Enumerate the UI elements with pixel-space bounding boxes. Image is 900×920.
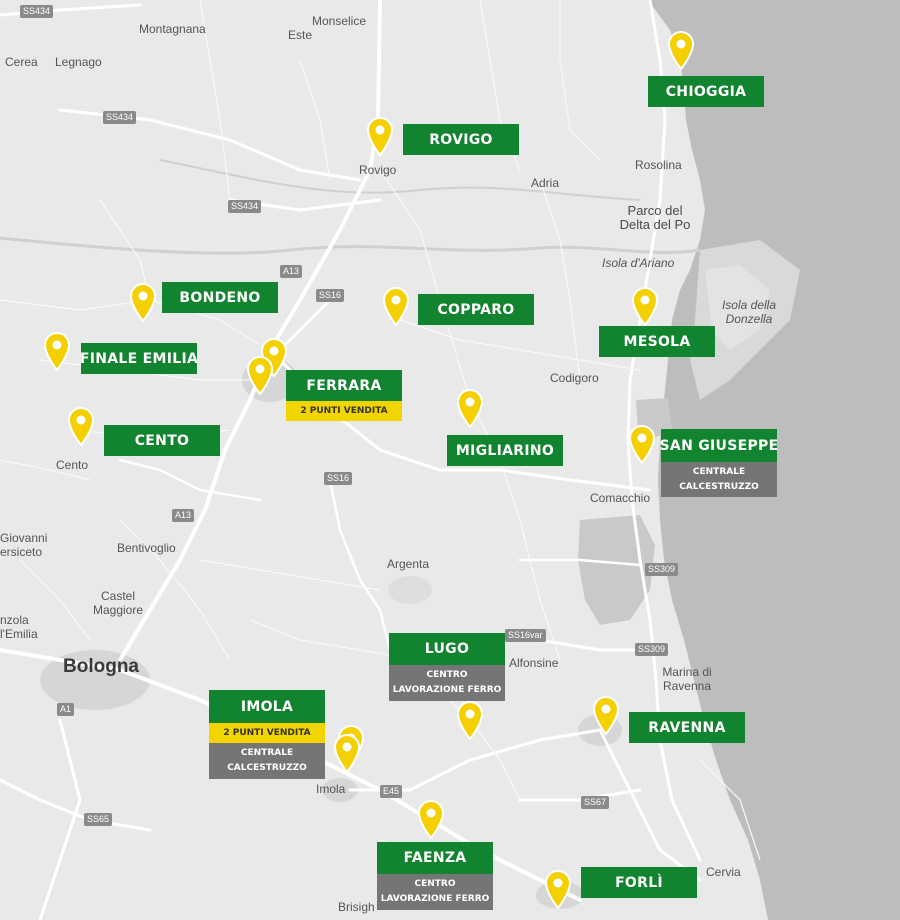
location-label-chioggia[interactable]: CHIOGGIA [648, 76, 764, 107]
place-rosolina: Rosolina [635, 158, 682, 172]
place-alfonsine: Alfonsine [509, 656, 559, 670]
place-argenta: Argenta [387, 557, 430, 571]
road-shield-ss434: SS434 [228, 200, 262, 213]
place-bentivoglio: Bentivoglio [117, 541, 176, 555]
map-pin-icon[interactable] [456, 388, 484, 429]
place-imola: Imola [316, 782, 346, 796]
place-brisighella: Brisigh [338, 900, 375, 914]
location-label-ferrara[interactable]: FERRARA 2 PUNTI VENDITA [286, 370, 402, 421]
place-monselice: Monselice [312, 14, 367, 28]
location-label-finale-emilia[interactable]: FINALE EMILIA [80, 343, 198, 374]
location-label-rovigo[interactable]: ROVIGO [403, 124, 519, 155]
map-pin-icon[interactable] [67, 406, 95, 447]
badge-service: CENTRO LAVORAZIONE FERRO [377, 874, 493, 910]
location-label-mesola[interactable]: MESOLA [599, 326, 715, 357]
badge-punti-vendita: 2 PUNTI VENDITA [209, 723, 325, 743]
place-comacchio: Comacchio [590, 491, 651, 505]
road-shield-ss434: SS434 [20, 5, 54, 18]
place-marina-ravenna: Marina di Ravenna [662, 665, 712, 693]
badge-punti-vendita: 2 PUNTI VENDITA [286, 401, 402, 421]
place-castel-maggiore: Castel Maggiore [92, 589, 144, 617]
road-shield-a13: A13 [172, 509, 195, 522]
place-isola-ariano: Isola d'Ariano [602, 256, 675, 270]
road-shield-ss65: SS65 [84, 813, 113, 826]
place-anzola: nzola l'Emilia [0, 613, 38, 641]
location-label-ravenna[interactable]: RAVENNA [629, 712, 745, 743]
place-giovanni: Giovanni ersiceto [0, 531, 48, 559]
map-pin-icon[interactable] [246, 355, 274, 396]
road-shield-ss67: SS67 [581, 796, 610, 809]
map-pin-icon[interactable] [333, 733, 361, 774]
location-label-copparo[interactable]: COPPARO [418, 294, 534, 325]
badge-service: CENTRALE CALCESTRUZZO [209, 743, 325, 779]
road-shield-ss16: SS16 [324, 472, 353, 485]
location-label-faenza[interactable]: FAENZA CENTRO LAVORAZIONE FERRO [377, 842, 493, 910]
map-pin-icon[interactable] [592, 695, 620, 736]
place-isola-donzella: Isola della Donzella [721, 298, 777, 326]
place-parco-delta: Parco del Delta del Po [619, 203, 691, 232]
location-label-bondeno[interactable]: BONDENO [162, 282, 278, 313]
location-label-forli[interactable]: FORLÌ [581, 867, 697, 898]
map-pin-icon[interactable] [382, 286, 410, 327]
road-shield-ss16var: SS16var [505, 629, 546, 642]
road-shield-a1: A1 [57, 703, 75, 716]
map-pin-icon[interactable] [631, 286, 659, 327]
road-shield-e45: E45 [380, 785, 403, 798]
map-canvas[interactable]: Monselice Montagnana Este Cerea Legnago … [0, 0, 900, 920]
location-label-migliarino[interactable]: MIGLIARINO [447, 435, 563, 466]
place-cerea: Cerea [5, 55, 38, 69]
road-shield-ss309: SS309 [635, 643, 669, 656]
road-shield-a13: A13 [280, 265, 303, 278]
location-label-lugo[interactable]: LUGO CENTRO LAVORAZIONE FERRO [389, 633, 505, 701]
place-cento: Cento [56, 458, 89, 472]
road-shield-ss16: SS16 [316, 289, 345, 302]
map-pin-icon[interactable] [417, 799, 445, 840]
place-cervia: Cervia [706, 865, 741, 879]
place-legnago: Legnago [55, 55, 102, 69]
map-pin-icon[interactable] [456, 700, 484, 741]
map-pin-icon[interactable] [129, 282, 157, 323]
place-rovigo: Rovigo [359, 163, 397, 177]
badge-service: CENTRALE CALCESTRUZZO [661, 462, 777, 497]
place-montagnana: Montagnana [139, 22, 206, 36]
map-pin-icon[interactable] [628, 424, 656, 465]
location-label-san-giuseppe[interactable]: SAN GIUSEPPE CENTRALE CALCESTRUZZO [660, 429, 778, 497]
place-este: Este [288, 28, 313, 42]
map-pin-icon[interactable] [544, 869, 572, 910]
place-adria: Adria [531, 176, 560, 190]
place-codigoro: Codigoro [550, 371, 599, 385]
map-pin-icon[interactable] [667, 30, 695, 71]
place-bologna: Bologna [63, 656, 139, 677]
location-label-cento[interactable]: CENTO [104, 425, 220, 456]
road-shield-ss309: SS309 [645, 563, 679, 576]
map-pin-icon[interactable] [43, 331, 71, 372]
badge-service: CENTRO LAVORAZIONE FERRO [389, 665, 505, 701]
location-label-imola[interactable]: IMOLA 2 PUNTI VENDITA CENTRALE CALCESTRU… [209, 690, 325, 779]
map-pin-icon[interactable] [366, 116, 394, 157]
road-shield-ss434: SS434 [103, 111, 137, 124]
